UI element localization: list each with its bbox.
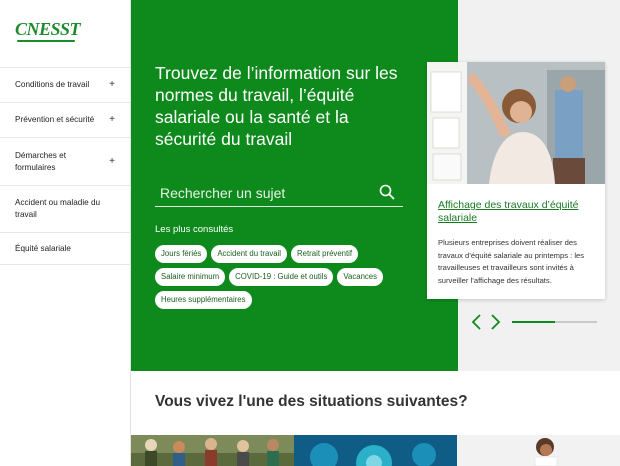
news-card: Affichage des travaux d’équité salariale…	[427, 62, 605, 299]
cnesst-logo[interactable]: CNESST	[15, 19, 81, 46]
pregnant-woman-photo	[457, 435, 620, 466]
search-icon[interactable]	[379, 184, 395, 200]
sidebar-item-conditions-de-travail[interactable]: Conditions de travail +	[0, 67, 131, 102]
sidebar-item-demarches-et-formulaires[interactable]: Démarches et formulaires +	[0, 137, 131, 185]
plus-icon: +	[109, 79, 115, 90]
logo-text: CNESST	[15, 19, 81, 39]
chip-vacances[interactable]: Vacances	[337, 268, 384, 286]
chip-accident-du-travail[interactable]: Accident du travail	[211, 245, 288, 263]
carousel-progress-fill	[512, 321, 555, 323]
chip-covid-19[interactable]: COVID-19 : Guide et outils	[229, 268, 334, 286]
chip-salaire-minimum[interactable]: Salaire minimum	[155, 268, 226, 286]
chevron-right-icon[interactable]	[488, 313, 502, 331]
sidebar-nav: Conditions de travail + Prévention et sé…	[0, 67, 131, 265]
popular-chips: Jours fériés Accident du travail Retrait…	[155, 245, 425, 309]
popular-label: Les plus consultés	[155, 224, 234, 235]
chip-retrait-preventif[interactable]: Retrait préventif	[291, 245, 359, 263]
virus-photo	[294, 435, 457, 466]
logo-underline	[17, 40, 75, 42]
situations-title: Vous vivez l'une des situations suivante…	[155, 393, 468, 410]
news-description: Plusieurs entreprises doivent réaliser d…	[438, 238, 585, 285]
sidebar: CNESST Conditions de travail + Préventio…	[0, 0, 131, 466]
carousel-controls	[470, 313, 504, 331]
situation-thumb-pregnant[interactable]	[457, 435, 620, 466]
sidebar-item-label: Équité salariale	[15, 243, 71, 253]
situation-thumb-virus[interactable]	[294, 435, 457, 466]
chip-jours-feries[interactable]: Jours fériés	[155, 245, 208, 263]
news-photo-illustration	[427, 62, 605, 184]
sidebar-item-prevention-et-securite[interactable]: Prévention et sécurité +	[0, 102, 131, 137]
sidebar-item-label: Accident ou maladie du travail	[15, 198, 101, 219]
sidebar-item-accident-ou-maladie[interactable]: Accident ou maladie du travail	[0, 185, 131, 232]
workers-photo	[131, 435, 294, 466]
search-bar	[155, 180, 403, 207]
sidebar-item-label: Prévention et sécurité	[15, 115, 95, 124]
hero-title: Trouvez de l’information sur les normes …	[155, 63, 398, 149]
hero-banner: Trouvez de l’information sur les normes …	[131, 0, 458, 371]
carousel-progress	[512, 321, 597, 323]
plus-icon: +	[109, 155, 115, 167]
plus-icon: +	[109, 114, 115, 125]
search-input[interactable]	[160, 182, 370, 204]
sidebar-item-equite-salariale[interactable]: Équité salariale	[0, 232, 131, 265]
situation-thumb-workers[interactable]	[131, 435, 294, 466]
news-photo[interactable]	[427, 62, 605, 184]
sidebar-item-label: Démarches et formulaires	[15, 150, 66, 172]
chip-heures-supplementaires[interactable]: Heures supplémentaires	[155, 291, 252, 309]
news-link[interactable]: Affichage des travaux d’équité salariale	[438, 199, 596, 225]
sidebar-item-label: Conditions de travail	[15, 80, 90, 89]
situations-thumbnails	[131, 435, 620, 466]
chevron-left-icon[interactable]	[470, 313, 484, 331]
